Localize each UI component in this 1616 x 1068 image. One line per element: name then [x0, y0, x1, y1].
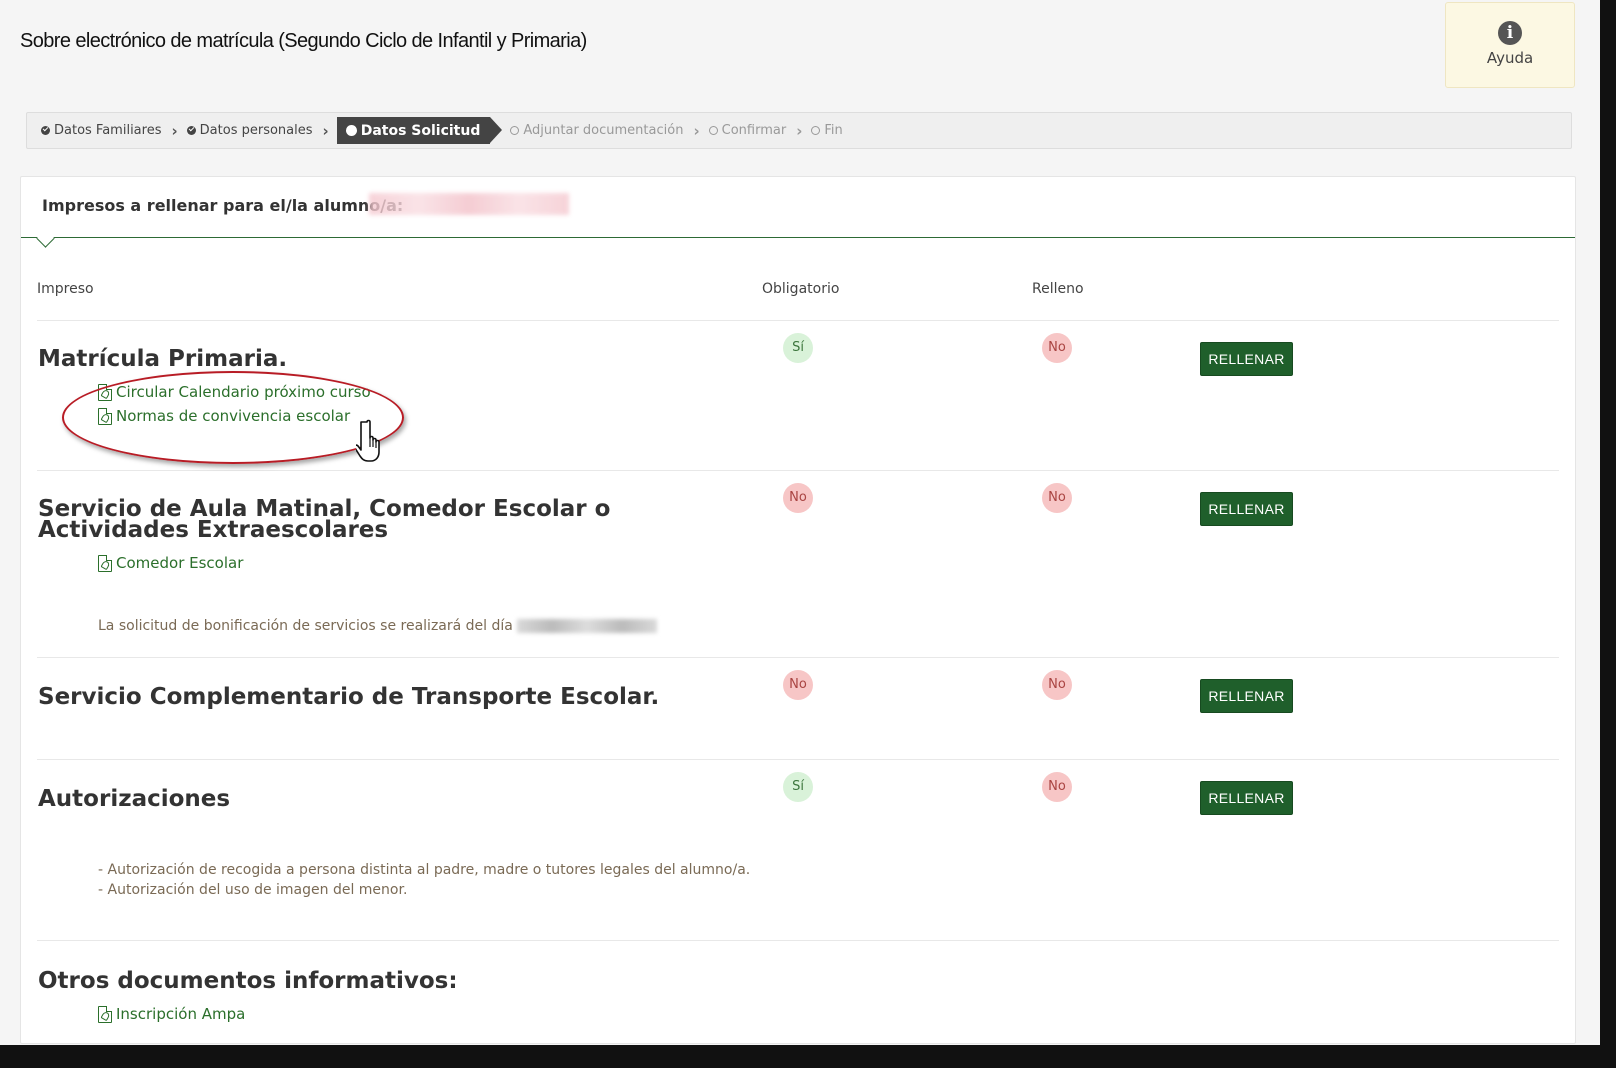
column-header-relleno: Relleno [1032, 281, 1084, 297]
step-label: Adjuntar documentación [523, 123, 684, 138]
item-title: Matrícula Primaria. [38, 346, 288, 372]
step-wizard: Datos Familiares › Datos personales › Da… [26, 112, 1572, 149]
relleno-badge: No [1042, 333, 1072, 363]
obligatorio-badge: Sí [783, 333, 813, 363]
check-circle-icon [186, 126, 196, 135]
chevron-right-icon: › [322, 121, 329, 140]
step-label: Datos Solicitud [360, 122, 481, 139]
doc-link-comedor-escolar[interactable]: Comedor Escolar [98, 554, 243, 572]
relleno-badge: No [1042, 483, 1072, 513]
pdf-file-icon [98, 1005, 112, 1023]
obligatorio-badge: No [783, 483, 813, 513]
row-divider [37, 657, 1559, 658]
highlight-ellipse [62, 371, 404, 464]
step-label: Datos Familiares [54, 123, 162, 138]
item-title: Servicio Complementario de Transporte Es… [38, 684, 660, 710]
filled-circle-icon [345, 125, 357, 136]
relleno-badge: No [1042, 772, 1072, 802]
page: Sobre electrónico de matrícula (Segundo … [0, 0, 1600, 1045]
doc-link-inscripcion-ampa[interactable]: Inscripción Ampa [98, 1005, 245, 1023]
bonificacion-note: La solicitud de bonificación de servicio… [98, 618, 657, 634]
step-label: Datos personales [199, 123, 313, 138]
step-datos-solicitud[interactable]: Datos Solicitud [336, 117, 503, 144]
row-divider [37, 759, 1559, 760]
row-divider [37, 320, 1559, 321]
obligatorio-badge: Sí [783, 772, 813, 802]
autorizacion-note: - Autorización del uso de imagen del men… [98, 882, 408, 898]
step-datos-familiares[interactable]: Datos Familiares [41, 123, 161, 138]
circle-outline-icon [510, 126, 520, 135]
rellenar-button[interactable]: RELLENAR [1200, 492, 1293, 526]
student-name-redacted [369, 193, 569, 215]
obligatorio-badge: No [783, 670, 813, 700]
chevron-right-icon: › [693, 121, 700, 140]
autorizacion-note: - Autorización de recogida a persona dis… [98, 862, 751, 878]
rellenar-button[interactable]: RELLENAR [1200, 781, 1293, 815]
doc-link-label: Comedor Escolar [116, 554, 244, 572]
chevron-right-icon: › [796, 121, 803, 140]
check-circle-icon [41, 126, 50, 135]
rellenar-button[interactable]: RELLENAR [1200, 679, 1293, 713]
step-fin[interactable]: Fin [811, 123, 843, 138]
step-adjuntar-documentacion[interactable]: Adjuntar documentación [510, 123, 683, 138]
info-circle-icon: i [1498, 21, 1522, 45]
column-header-impreso: Impreso [37, 281, 94, 297]
row-divider [37, 940, 1559, 941]
forms-panel: Impresos a rellenar para el/la alumno/a:… [20, 176, 1576, 1044]
note-text: La solicitud de bonificación de servicio… [98, 618, 513, 634]
redacted-date [516, 619, 657, 633]
row-divider [37, 470, 1559, 471]
step-label: Confirmar [721, 123, 787, 138]
circle-outline-icon [811, 126, 821, 135]
header-pointer [36, 229, 55, 248]
step-label: Fin [824, 123, 843, 138]
panel-header: Impresos a rellenar para el/la alumno/a: [21, 177, 1575, 248]
circle-outline-icon [708, 126, 718, 135]
hand-pointer-icon [356, 419, 380, 462]
relleno-badge: No [1042, 670, 1072, 700]
help-button[interactable]: i Ayuda [1445, 2, 1575, 88]
help-label: Ayuda [1486, 49, 1534, 67]
pdf-file-icon [98, 554, 112, 572]
panel-heading: Impresos a rellenar para el/la alumno/a: [42, 196, 404, 215]
item-title-continued: Actividades Extraescolares [38, 517, 389, 543]
doc-link-label: Inscripción Ampa [116, 1005, 246, 1023]
step-confirmar[interactable]: Confirmar [708, 123, 787, 138]
other-docs-title: Otros documentos informativos: [38, 968, 458, 994]
step-datos-personales[interactable]: Datos personales [186, 123, 313, 138]
item-title: Autorizaciones [38, 786, 231, 812]
rellenar-button[interactable]: RELLENAR [1200, 342, 1293, 376]
column-header-obligatorio: Obligatorio [762, 281, 840, 297]
page-title: Sobre electrónico de matrícula (Segundo … [20, 30, 587, 52]
chevron-right-icon: › [171, 121, 178, 140]
